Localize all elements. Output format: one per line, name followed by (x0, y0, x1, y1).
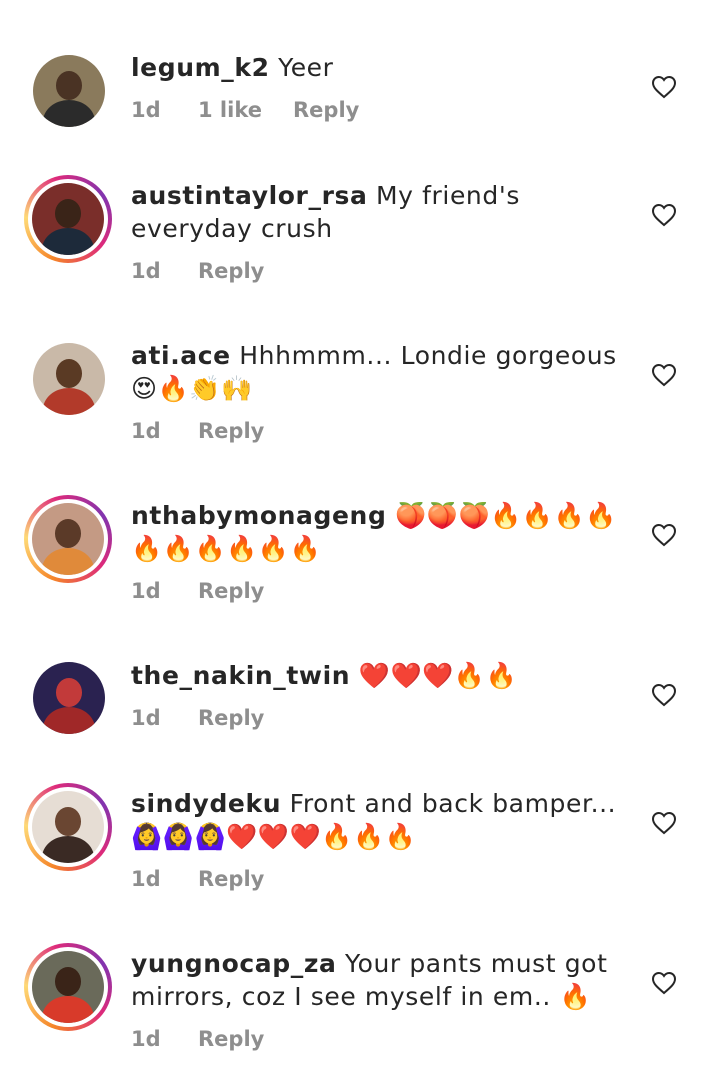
avatar[interactable] (24, 495, 112, 583)
avatar[interactable] (33, 55, 105, 127)
avatar[interactable] (33, 343, 105, 415)
avatar[interactable] (24, 943, 112, 1031)
comment-text: austintaylor_rsa My friend's everyday cr… (131, 179, 621, 245)
heart-outline-icon[interactable] (651, 363, 677, 387)
comment-username[interactable]: the_nakin_twin (131, 661, 350, 690)
heart-outline-icon[interactable] (651, 811, 677, 835)
comment-time: 1d (131, 419, 161, 443)
reply-button[interactable]: Reply (198, 579, 264, 603)
avatar-image (33, 662, 105, 734)
reply-button[interactable]: Reply (293, 98, 359, 122)
comment-text: ati.ace Hhhmmm... Londie gorgeous 😍🔥👏🙌 (131, 339, 621, 405)
comment-body: ❤️❤️❤️🔥🔥 (358, 661, 518, 690)
comment-meta: 1d Reply (131, 259, 264, 283)
comment-text: yungnocap_za Your pants must got mirrors… (131, 947, 621, 1013)
comment-body: Yeer (278, 53, 334, 82)
heart-outline-icon[interactable] (651, 203, 677, 227)
reply-button[interactable]: Reply (198, 867, 264, 891)
avatar-image (32, 791, 104, 863)
avatar[interactable] (24, 175, 112, 263)
reply-button[interactable]: Reply (198, 706, 264, 730)
reply-button[interactable]: Reply (198, 419, 264, 443)
comment-text: sindydeku Front and back bamper...🙆‍♀️🙆‍… (131, 787, 621, 853)
reply-button[interactable]: Reply (198, 1027, 264, 1051)
comments-list: legum_k2 Yeer 1d 1 like Reply austintayl… (0, 0, 720, 1074)
comment-username[interactable]: nthabymonageng (131, 501, 386, 530)
avatar-image (33, 343, 105, 415)
avatar[interactable] (33, 662, 105, 734)
comment-time: 1d (131, 579, 161, 603)
avatar-image (32, 951, 104, 1023)
comment-text: legum_k2 Yeer (131, 51, 621, 84)
comment-text: nthabymonageng 🍑🍑🍑🔥🔥🔥🔥🔥🔥🔥🔥🔥🔥 (131, 499, 621, 565)
avatar-image (33, 55, 105, 127)
heart-outline-icon[interactable] (651, 523, 677, 547)
comment-meta: 1d Reply (131, 419, 264, 443)
avatar-image (32, 183, 104, 255)
comment-meta: 1d Reply (131, 706, 264, 730)
comment-meta: 1d 1 like Reply (131, 98, 359, 122)
comment-meta: 1d Reply (131, 867, 264, 891)
comment-meta: 1d Reply (131, 1027, 264, 1051)
heart-outline-icon[interactable] (651, 971, 677, 995)
reply-button[interactable]: Reply (198, 259, 264, 283)
comment-username[interactable]: sindydeku (131, 789, 281, 818)
avatar[interactable] (24, 783, 112, 871)
comment-time: 1d (131, 98, 161, 122)
heart-outline-icon[interactable] (651, 683, 677, 707)
avatar-image (32, 503, 104, 575)
comment-time: 1d (131, 706, 161, 730)
comment-username[interactable]: austintaylor_rsa (131, 181, 367, 210)
comment-username[interactable]: yungnocap_za (131, 949, 336, 978)
comment-time: 1d (131, 259, 161, 283)
comment-username[interactable]: legum_k2 (131, 53, 270, 82)
comment-time: 1d (131, 867, 161, 891)
heart-outline-icon[interactable] (651, 75, 677, 99)
comment-likes[interactable]: 1 like (198, 98, 293, 122)
comment-meta: 1d Reply (131, 579, 264, 603)
comment-username[interactable]: ati.ace (131, 341, 231, 370)
comment-time: 1d (131, 1027, 161, 1051)
comment-text: the_nakin_twin ❤️❤️❤️🔥🔥 (131, 659, 621, 692)
